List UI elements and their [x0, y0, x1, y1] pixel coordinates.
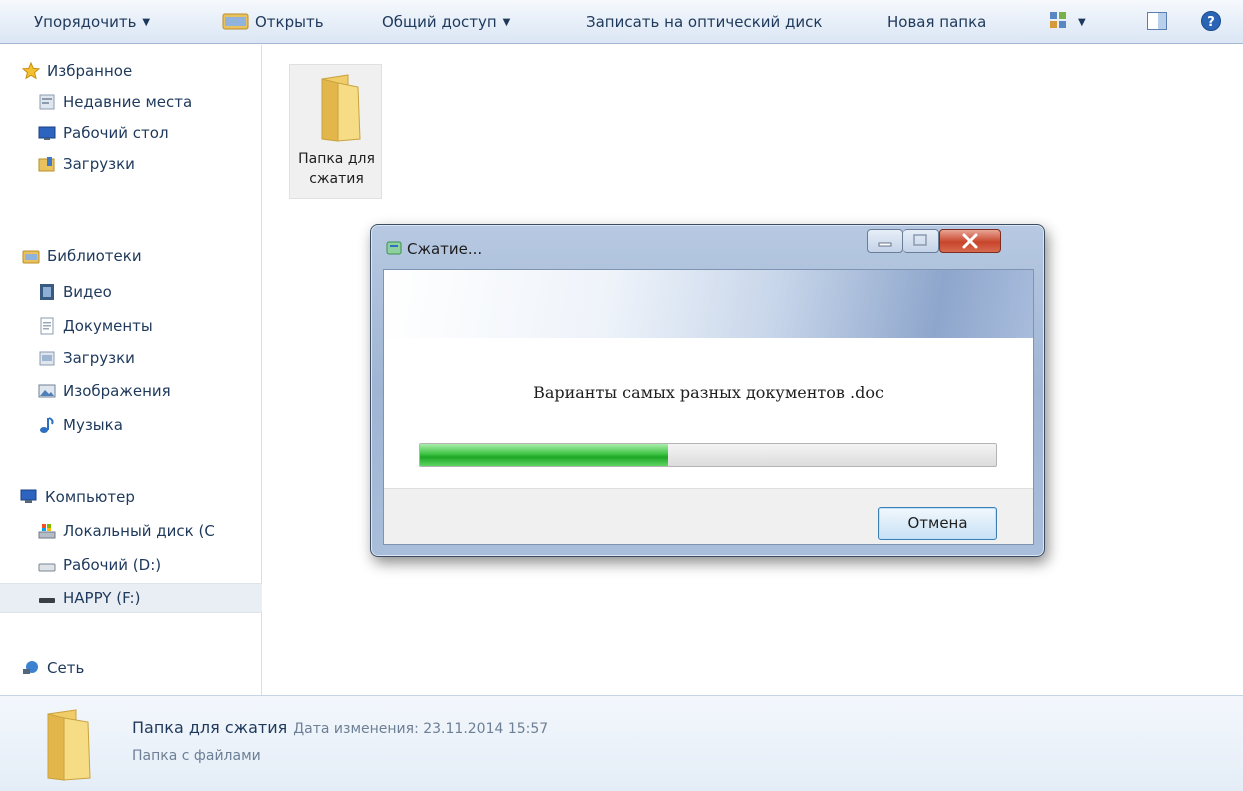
nav-label: Загрузки: [63, 349, 135, 367]
nav-label: Изображения: [63, 382, 171, 400]
library-folder-icon: [222, 13, 249, 30]
local-disk-icon: [38, 524, 56, 539]
nav-item-recent-places[interactable]: Недавние места: [0, 87, 262, 117]
minimize-icon: [878, 242, 892, 247]
desktop-icon: [38, 126, 56, 140]
progress-fill: [420, 444, 668, 466]
compress-app-icon: [386, 241, 402, 255]
share-label: Общий доступ: [382, 13, 497, 31]
nav-item-libraries[interactable]: Библиотеки: [0, 241, 262, 271]
preview-pane-icon: [1147, 12, 1167, 30]
music-icon: [40, 417, 54, 433]
recent-places-icon: [39, 94, 55, 110]
open-button[interactable]: Открыть: [221, 0, 324, 44]
star-icon: [22, 62, 40, 80]
folder-icon: [47, 709, 91, 781]
dialog-footer: Отмена: [384, 488, 1033, 544]
nav-label: Документы: [63, 317, 153, 335]
close-button[interactable]: [939, 229, 1001, 253]
dialog-banner: [384, 270, 1033, 338]
libraries-icon: [22, 250, 40, 264]
burn-disc-label: Записать на оптический диск: [586, 13, 823, 31]
nav-item-downloads[interactable]: Загрузки: [0, 149, 262, 179]
nav-item-desktop[interactable]: Рабочий стол: [0, 118, 262, 148]
details-type: Папка с файлами: [132, 748, 261, 764]
details-title: Папка для сжатия: [132, 718, 288, 737]
nav-item-favorites[interactable]: Избранное: [0, 56, 262, 86]
nav-item-video[interactable]: Видео: [0, 277, 262, 307]
nav-label: Библиотеки: [47, 247, 142, 265]
share-button[interactable]: Общий доступ ▼: [382, 0, 510, 44]
nav-label: Недавние места: [63, 93, 193, 111]
help-button[interactable]: ?: [1200, 10, 1222, 36]
network-icon: [23, 661, 38, 674]
folder-icon: [321, 74, 361, 142]
nav-item-drive-f[interactable]: HAPPY (F:): [0, 583, 262, 613]
burn-disc-button[interactable]: Записать на оптический диск: [586, 0, 822, 44]
chevron-down-icon: ▼: [502, 17, 511, 28]
view-options-button[interactable]: ▼: [1048, 10, 1090, 38]
nav-label: Рабочий (D:): [63, 556, 162, 574]
details-pane: Папка для сжатия Дата изменения: 23.11.20…: [0, 695, 1243, 791]
open-label: Открыть: [255, 13, 324, 31]
minimize-button[interactable]: [867, 229, 903, 253]
caption-buttons: [867, 229, 1031, 255]
downloads-library-icon: [39, 351, 55, 366]
nav-label: Сеть: [47, 659, 85, 677]
nav-item-drive-d[interactable]: Рабочий (D:): [0, 550, 262, 580]
compression-progress-bar: [419, 443, 997, 467]
downloads-folder-icon: [38, 157, 55, 172]
dialog-content: Варианты самых разных документов .doc От…: [383, 269, 1034, 545]
nav-item-local-disk[interactable]: Локальный диск (С: [0, 516, 262, 546]
details-name: Папка для сжатия Дата изменения: 23.11.20…: [132, 718, 548, 737]
preview-pane-button[interactable]: [1146, 10, 1168, 36]
computer-icon: [20, 489, 37, 503]
nav-item-computer[interactable]: Компьютер: [0, 482, 262, 512]
nav-item-documents[interactable]: Документы: [0, 311, 262, 341]
compression-dialog: Сжатие... Варианты самых разных документ…: [370, 224, 1045, 557]
svg-text:▼: ▼: [1078, 17, 1086, 28]
nav-label: Видео: [63, 283, 112, 301]
current-file-label: Варианты самых разных документов .doc: [533, 383, 884, 402]
nav-item-downloads-library[interactable]: Загрузки: [0, 343, 262, 373]
nav-label: Локальный диск (С: [63, 522, 215, 540]
help-icon: ?: [1201, 11, 1221, 31]
folder-label: Папка для сжатия: [298, 151, 375, 187]
cancel-button[interactable]: Отмена: [878, 507, 997, 540]
view-options-icon: ▼: [1050, 12, 1086, 28]
nav-label: Компьютер: [45, 488, 135, 506]
pictures-icon: [38, 384, 56, 398]
video-icon: [40, 284, 54, 300]
maximize-icon: [913, 234, 927, 246]
usb-drive-icon: [39, 598, 55, 603]
nav-item-network[interactable]: Сеть: [0, 653, 262, 683]
nav-label: Загрузки: [63, 155, 135, 173]
nav-label: Музыка: [63, 416, 123, 434]
organize-button[interactable]: Упорядочить ▼: [34, 0, 150, 44]
nav-label: HAPPY (F:): [63, 589, 141, 607]
nav-item-music[interactable]: Музыка: [0, 410, 262, 440]
details-modified: Дата изменения: 23.11.2014 15:57: [293, 721, 549, 737]
maximize-button[interactable]: [903, 229, 939, 253]
new-folder-label: Новая папка: [887, 13, 987, 31]
documents-icon: [40, 317, 54, 335]
command-bar: Упорядочить ▼ Открыть Общий доступ ▼ Запис…: [0, 0, 1243, 44]
drive-icon: [38, 563, 56, 572]
close-icon: [962, 233, 978, 249]
organize-label: Упорядочить: [34, 13, 137, 31]
folder-item[interactable]: Папка для сжатия: [289, 64, 382, 199]
nav-item-pictures[interactable]: Изображения: [0, 376, 262, 406]
nav-label: Рабочий стол: [63, 124, 169, 142]
dialog-title: Сжатие...: [407, 240, 483, 258]
nav-label: Избранное: [47, 62, 133, 80]
chevron-down-icon: ▼: [142, 17, 151, 28]
navigation-pane: Избранное Недавние места Рабочий стол За…: [0, 45, 262, 695]
new-folder-button[interactable]: Новая папка: [887, 0, 986, 44]
svg-text:?: ?: [1207, 15, 1215, 30]
